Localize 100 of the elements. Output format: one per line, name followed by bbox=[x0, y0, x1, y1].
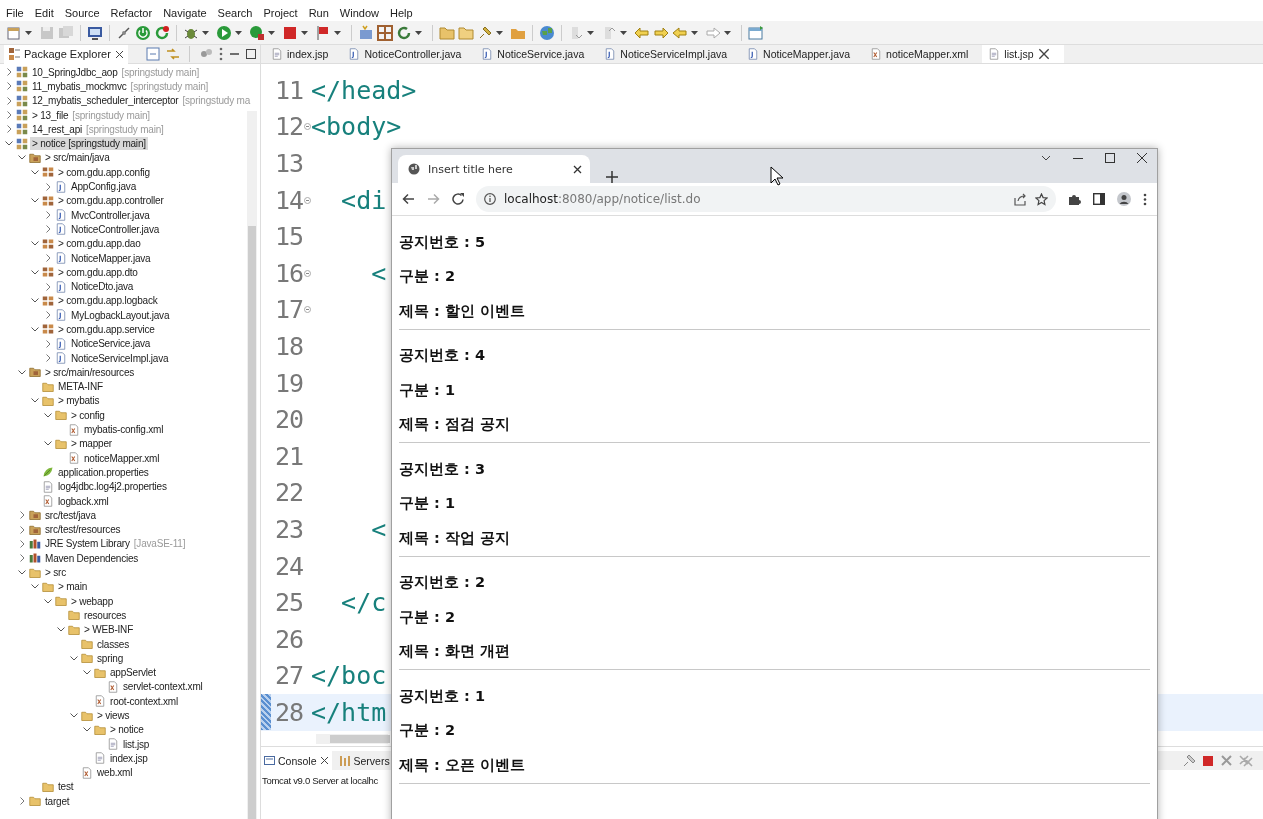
menu-item[interactable]: Run bbox=[308, 7, 329, 19]
tree-item[interactable]: target bbox=[43, 794, 72, 808]
chevron-down-icon[interactable] bbox=[31, 269, 39, 275]
tree-item[interactable]: > src/main/resources bbox=[43, 365, 137, 379]
more-icon[interactable] bbox=[219, 47, 223, 61]
menu-item[interactable]: Source bbox=[64, 7, 100, 19]
menu-item[interactable]: File bbox=[6, 7, 24, 19]
scrollbar[interactable] bbox=[316, 734, 388, 744]
sidebar-icon[interactable] bbox=[1093, 193, 1105, 205]
power-icon[interactable] bbox=[135, 24, 151, 41]
menu-item[interactable]: Project bbox=[263, 7, 298, 19]
caret-icon[interactable] bbox=[587, 30, 594, 35]
tree-item[interactable]: list.jsp bbox=[121, 737, 152, 751]
fold-icon[interactable] bbox=[303, 196, 311, 204]
tree-item[interactable]: Maven Dependencies bbox=[43, 551, 141, 565]
chevron-right-icon[interactable] bbox=[6, 111, 12, 120]
caret-icon[interactable] bbox=[268, 30, 275, 35]
tree-item[interactable]: src/test/resources bbox=[43, 523, 123, 537]
menu-item[interactable]: Search bbox=[217, 7, 253, 19]
address-bar[interactable]: localhost:8080/app/notice/list.do bbox=[476, 186, 1056, 212]
fold-icon[interactable] bbox=[303, 306, 311, 314]
tree-item[interactable]: application.properties bbox=[56, 465, 151, 479]
tree-item[interactable]: > com.gdu.app.dao bbox=[56, 237, 143, 251]
scrollbar[interactable] bbox=[247, 111, 257, 819]
tree-item[interactable]: appServlet bbox=[108, 666, 158, 680]
tree-item[interactable]: NoticeDto.java bbox=[69, 280, 136, 294]
perspective-icon[interactable] bbox=[748, 24, 764, 41]
caret-icon[interactable] bbox=[724, 30, 731, 35]
pin-icon[interactable] bbox=[1182, 753, 1196, 768]
tree-item[interactable]: > WEB-INF bbox=[82, 623, 136, 637]
tree-item[interactable]: root-context.xml bbox=[108, 694, 180, 708]
chevron-down-icon[interactable] bbox=[31, 584, 39, 590]
close-icon[interactable] bbox=[114, 49, 124, 59]
tree-item[interactable]: index.jsp bbox=[108, 751, 150, 765]
chevron-right-icon[interactable] bbox=[45, 354, 51, 363]
browser-tab[interactable]: Insert title here bbox=[398, 155, 590, 183]
chevron-right-icon[interactable] bbox=[45, 182, 51, 191]
chevron-down-icon[interactable] bbox=[31, 198, 39, 204]
chevron-down-icon[interactable] bbox=[18, 570, 26, 576]
tree-item[interactable]: NoticeController.java bbox=[69, 222, 162, 236]
menu-item[interactable]: Navigate bbox=[163, 7, 207, 19]
editor-tab[interactable]: NoticeController.java bbox=[342, 45, 476, 63]
grid-icon[interactable] bbox=[377, 24, 393, 41]
tree-item[interactable]: META-INF bbox=[56, 380, 105, 394]
tree-item[interactable]: > 13_file bbox=[30, 108, 71, 122]
console-icon[interactable] bbox=[264, 755, 275, 766]
star-icon[interactable] bbox=[1035, 192, 1048, 206]
tree-item[interactable]: > src/main/java bbox=[43, 151, 112, 165]
tree-item[interactable]: mybatis-config.xml bbox=[82, 423, 166, 437]
editor-tab[interactable]: index.jsp bbox=[265, 45, 343, 63]
tree-item[interactable]: log4jdbc.log4j2.properties bbox=[56, 480, 169, 494]
info-icon[interactable] bbox=[484, 193, 496, 205]
close-icon[interactable] bbox=[1137, 153, 1147, 163]
chevron-right-icon[interactable] bbox=[6, 68, 12, 77]
editor-tab[interactable]: list.jsp bbox=[982, 45, 1064, 63]
tree-item[interactable]: MyLogbackLayout.java bbox=[69, 308, 172, 322]
tree-item[interactable]: > notice [springstudy main] bbox=[30, 137, 148, 151]
profile-icon[interactable] bbox=[1117, 192, 1131, 206]
tree-item[interactable]: > config bbox=[69, 408, 107, 422]
tree-item[interactable]: > webapp bbox=[69, 594, 116, 608]
caret-icon[interactable] bbox=[691, 30, 698, 35]
tree-item[interactable]: JRE System Library bbox=[43, 537, 132, 551]
caret-icon[interactable] bbox=[235, 30, 242, 35]
tree-item[interactable]: web.xml bbox=[95, 766, 135, 780]
caret-icon[interactable] bbox=[620, 30, 627, 35]
tree-item[interactable]: servlet-context.xml bbox=[121, 680, 205, 694]
chevron-down-icon[interactable] bbox=[44, 412, 52, 418]
chevron-right-icon[interactable] bbox=[45, 211, 51, 220]
tree-item[interactable]: > com.gdu.app.controller bbox=[56, 194, 166, 208]
back-icon[interactable] bbox=[402, 193, 415, 205]
chevron-down-icon[interactable] bbox=[18, 155, 26, 161]
chevron-right-icon[interactable] bbox=[45, 225, 51, 234]
chevron-down-icon[interactable] bbox=[5, 141, 13, 147]
chevron-right-icon[interactable] bbox=[6, 82, 12, 91]
menu-item[interactable]: Help bbox=[390, 7, 413, 19]
menu-item[interactable]: Refactor bbox=[110, 7, 153, 19]
tree-item[interactable]: NoticeServiceImpl.java bbox=[69, 351, 171, 365]
chevron-down-icon[interactable] bbox=[70, 655, 78, 661]
caret-icon[interactable] bbox=[415, 30, 422, 35]
chevron-down-icon[interactable] bbox=[83, 670, 91, 676]
chevron-right-icon[interactable] bbox=[45, 339, 51, 348]
tree-item[interactable]: noticeMapper.xml bbox=[82, 451, 162, 465]
package-explorer-tab[interactable]: Package Explorer bbox=[4, 45, 128, 64]
chevron-right-icon[interactable] bbox=[19, 525, 25, 534]
tree-item[interactable]: > com.gdu.app.service bbox=[56, 323, 157, 336]
refresh-icon[interactable] bbox=[154, 24, 170, 41]
minimize-icon[interactable] bbox=[1073, 157, 1083, 159]
tree-item[interactable]: 11_mybatis_mockmvc bbox=[30, 79, 129, 93]
editor-tab[interactable]: NoticeMapper.java bbox=[741, 45, 865, 63]
flag-icon[interactable] bbox=[315, 24, 331, 41]
chevron-down-icon[interactable] bbox=[57, 627, 65, 633]
caret-icon[interactable] bbox=[301, 30, 308, 35]
chevron-down-icon[interactable] bbox=[31, 169, 39, 175]
editor-tab[interactable]: NoticeServiceImpl.java bbox=[598, 45, 742, 63]
maximize-icon[interactable] bbox=[246, 49, 256, 59]
tree-item[interactable]: > notice bbox=[108, 723, 146, 737]
chevron-right-icon[interactable] bbox=[19, 797, 25, 806]
caret-icon[interactable] bbox=[334, 30, 341, 35]
minimize-icon[interactable] bbox=[229, 53, 240, 55]
chevron-down-icon[interactable] bbox=[31, 398, 39, 404]
